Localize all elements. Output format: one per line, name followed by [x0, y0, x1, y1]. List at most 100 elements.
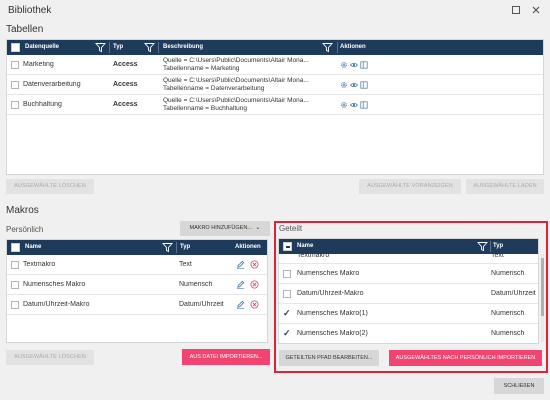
list-item[interactable]: ✓ Numerisches Makro(1) Numerisch	[279, 304, 538, 324]
description-line: Tabellenname = Buchhaltung	[163, 105, 248, 112]
macro-type: Numerisch	[491, 270, 525, 277]
table-row[interactable]: Datenverarbeitung Access Quelle = C:\Use…	[7, 75, 543, 95]
column-name[interactable]: Name	[297, 239, 313, 254]
filter-icon[interactable]	[162, 242, 173, 253]
list-item[interactable]: Datum/Uhrzeit-Makro Datum/Uhrzeit	[279, 284, 538, 304]
macro-name: Datum/Uhrzeit-Makro	[23, 301, 90, 308]
add-macro-button[interactable]: MAKRO HINZUFÜGEN... ⌄	[180, 221, 270, 236]
delete-icon[interactable]	[250, 280, 259, 289]
column-type[interactable]: Typ	[493, 239, 503, 254]
delete-selected-tables-button[interactable]: AUSGEWÄHLTE LÖSCHEN	[6, 179, 94, 194]
tables-grid: Datenquelle Typ Beschreibung Aktionen Ma…	[6, 39, 544, 175]
macro-type: Datum/Uhrzeit	[491, 290, 536, 297]
personal-label: Persönlich	[6, 225, 44, 234]
shared-macros-grid: Name Typ Textmakro Text Numerisches Makr…	[278, 238, 539, 344]
edit-shared-path-button[interactable]: GETEILTEN PFAD BEARBEITEN...	[279, 350, 379, 366]
macro-type: Numerisch	[491, 310, 525, 317]
shared-grid-header: Name Typ	[279, 239, 538, 254]
edit-icon[interactable]	[236, 280, 245, 289]
macro-type: Text	[179, 261, 192, 268]
macro-type: Datum/Uhrzeit	[179, 301, 224, 308]
macro-name: Numerisches Makro	[23, 281, 86, 288]
table-view-icon[interactable]	[360, 61, 368, 69]
list-item[interactable]: ✓ Numerisches Makro(2) Numerisch	[279, 324, 538, 343]
description-line: Quelle = C:\Users\Public\Documents\Altai…	[163, 77, 309, 84]
description-line: Quelle = C:\Users\Public\Documents\Altai…	[163, 97, 309, 104]
delete-selected-macros-button[interactable]: AUSGEWÄHLTE LÖSCHEN	[6, 350, 94, 365]
eye-icon[interactable]	[350, 81, 358, 89]
delete-icon[interactable]	[250, 260, 259, 269]
macro-type: Numerisch	[491, 330, 525, 337]
macro-name: Datum/Uhrzeit-Makro	[297, 290, 364, 297]
description-line: Tabellenname = Marketing	[163, 65, 240, 72]
column-type[interactable]: Typ	[180, 240, 190, 255]
column-actions: Aktionen	[235, 244, 261, 250]
row-checkbox[interactable]	[11, 301, 19, 309]
gear-icon[interactable]	[340, 61, 348, 69]
row-checkbox[interactable]	[11, 281, 19, 289]
column-actions: Aktionen	[340, 44, 366, 50]
chevron-down-icon: ⌄	[255, 225, 261, 231]
eye-icon[interactable]	[350, 61, 358, 69]
list-item[interactable]: Numerisches Makro Numerisch	[279, 264, 538, 284]
checkmark-icon[interactable]: ✓	[283, 329, 292, 338]
edit-icon[interactable]	[236, 300, 245, 309]
row-checkbox[interactable]	[11, 81, 19, 89]
row-checkbox[interactable]	[283, 270, 291, 278]
tables-section-label: Tabellen	[6, 24, 44, 35]
column-type[interactable]: Typ	[113, 40, 123, 55]
edit-icon[interactable]	[236, 260, 245, 269]
personal-macros-grid: Name Typ Aktionen Textmakro Text Numeris…	[6, 239, 268, 343]
datasource-name: Marketing	[23, 61, 54, 68]
filter-icon[interactable]	[144, 42, 155, 53]
tables-grid-header: Datenquelle Typ Beschreibung Aktionen	[7, 40, 543, 55]
macro-type: Numerisch	[179, 281, 213, 288]
gear-icon[interactable]	[340, 81, 348, 89]
import-to-personal-button[interactable]: AUSGEWÄHLTES NACH PERSÖNLICH IMPORTIEREN	[389, 350, 542, 366]
close-button[interactable]: SCHLIEßEN	[494, 378, 544, 394]
checkmark-icon[interactable]: ✓	[283, 309, 292, 318]
select-all-checkbox[interactable]	[283, 242, 292, 251]
column-name[interactable]: Name	[25, 240, 41, 255]
load-selected-button[interactable]: AUSGEWÄHLTE LADEN	[466, 179, 544, 194]
column-datasource[interactable]: Datenquelle	[25, 40, 59, 55]
title-bar: Bibliothek	[0, 0, 550, 22]
gear-icon[interactable]	[340, 101, 348, 109]
macro-name: Textmakro	[23, 261, 56, 268]
table-row[interactable]: Buchhaltung Access Quelle = C:\Users\Pub…	[7, 95, 543, 115]
datasource-type: Access	[113, 61, 138, 68]
preview-selected-button[interactable]: AUSGEWÄHLTE VORANZEIGEN	[359, 179, 461, 194]
maximize-icon[interactable]	[508, 3, 524, 19]
datasource-type: Access	[113, 101, 138, 108]
list-item[interactable]: Datum/Uhrzeit-Makro Datum/Uhrzeit	[7, 295, 267, 315]
filter-icon[interactable]	[95, 42, 106, 53]
import-from-file-button[interactable]: AUS DATEI IMPORTIEREN...	[182, 349, 270, 365]
filter-icon[interactable]	[322, 42, 333, 53]
macro-name: Numerisches Makro(2)	[297, 330, 368, 337]
row-checkbox[interactable]	[11, 61, 19, 69]
filter-icon[interactable]	[477, 241, 488, 252]
macros-section-label: Makros	[6, 205, 39, 216]
list-item[interactable]: Numerisches Makro Numerisch	[7, 275, 267, 295]
table-view-icon[interactable]	[360, 101, 368, 109]
shared-scrollbar[interactable]	[541, 254, 544, 342]
row-checkbox[interactable]	[11, 101, 19, 109]
column-description[interactable]: Beschreibung	[163, 40, 203, 55]
table-row[interactable]: Marketing Access Quelle = C:\Users\Publi…	[7, 55, 543, 75]
select-all-checkbox[interactable]	[11, 43, 20, 52]
description-line: Quelle = C:\Users\Public\Documents\Altai…	[163, 57, 309, 64]
select-all-checkbox[interactable]	[11, 243, 20, 252]
description-line: Tabellenname = Datenverarbeitung	[163, 85, 265, 92]
macro-name: Numerisches Makro(1)	[297, 310, 368, 317]
list-item[interactable]: Textmakro Text	[7, 255, 267, 275]
table-view-icon[interactable]	[360, 81, 368, 89]
scrollbar-thumb[interactable]	[541, 258, 544, 316]
window-title: Bibliothek	[8, 5, 52, 16]
add-macro-label: MAKRO HINZUFÜGEN...	[189, 225, 252, 231]
close-icon[interactable]	[528, 3, 544, 19]
delete-icon[interactable]	[250, 300, 259, 309]
row-checkbox[interactable]	[11, 261, 19, 269]
eye-icon[interactable]	[350, 101, 358, 109]
datasource-name: Buchhaltung	[23, 101, 62, 108]
row-checkbox[interactable]	[283, 290, 291, 298]
